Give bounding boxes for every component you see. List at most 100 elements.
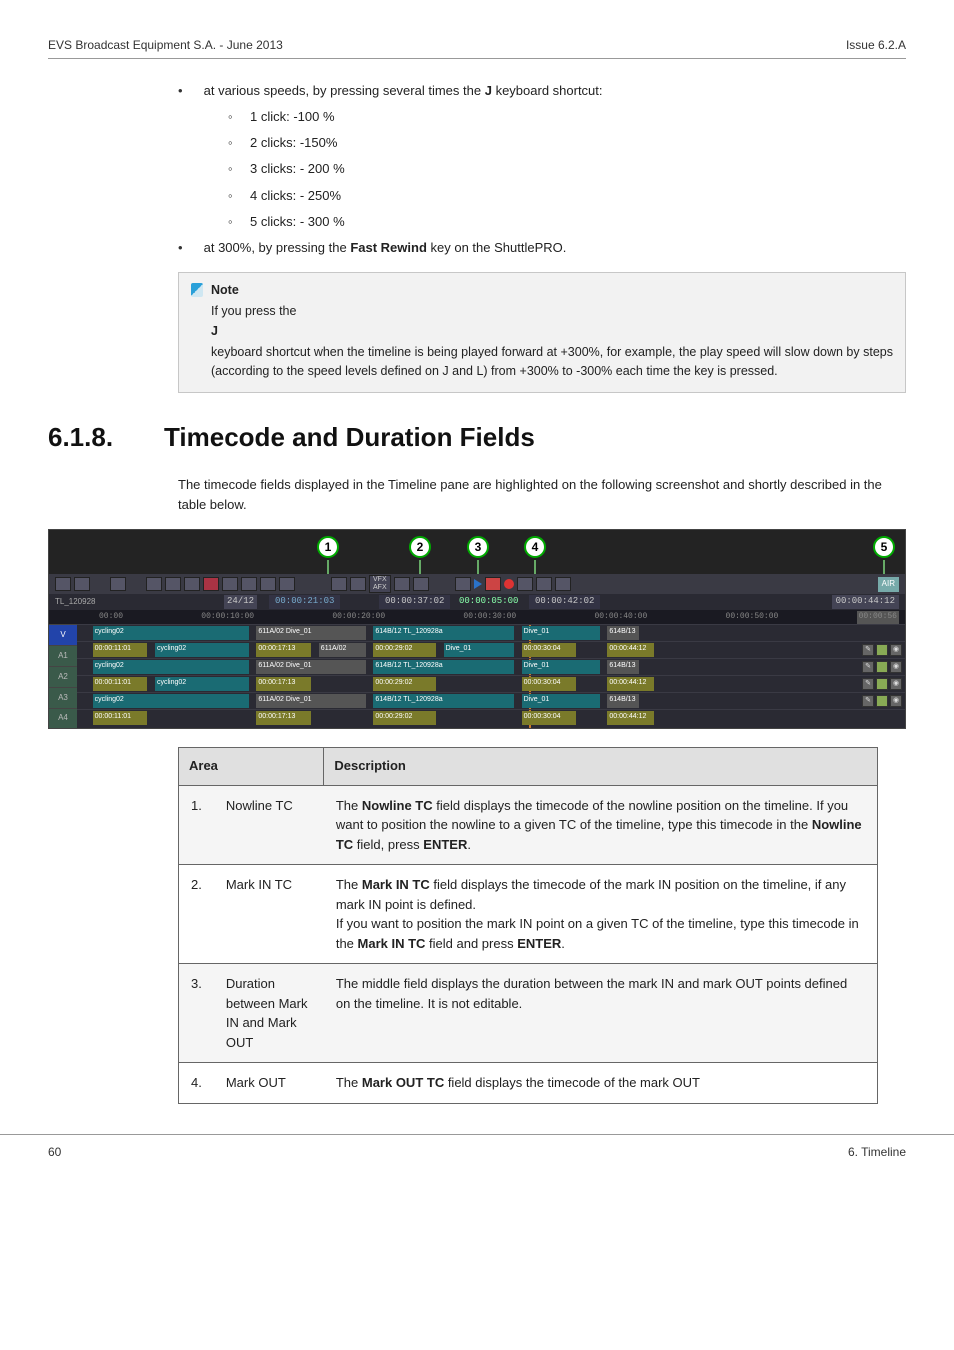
text: . <box>561 936 565 951</box>
roll-icon[interactable] <box>241 577 257 591</box>
text: . <box>467 837 471 852</box>
section-heading: 6.1.8. Timecode and Duration Fields <box>48 417 906 457</box>
clip[interactable]: cycling02 <box>93 626 249 640</box>
undo-icon[interactable] <box>55 577 71 591</box>
clip[interactable]: Dive_01 <box>522 626 600 640</box>
pause-icon[interactable] <box>485 577 501 591</box>
click-item: 2 clicks: -150% <box>228 133 906 153</box>
replace-icon[interactable] <box>184 577 200 591</box>
clip[interactable]: 611A/02 Dive_01 <box>256 626 365 640</box>
nowline-tc-field[interactable]: 00:00:21:03 <box>269 595 340 609</box>
play-icon[interactable] <box>474 579 482 589</box>
track-row[interactable]: cycling02 611A/02 Dive_01 614B/12 TL_120… <box>77 624 857 641</box>
overwrite-icon[interactable] <box>165 577 181 591</box>
track-row[interactable]: 00:00:11:01 cycling02 00:00:17:13 611A/0… <box>77 641 857 658</box>
zoom-icon[interactable] <box>350 577 366 591</box>
edit-icon[interactable]: ✎ <box>862 695 874 707</box>
track-row[interactable]: cycling02 611A/02 Dive_01 614B/12 TL_120… <box>77 658 857 675</box>
note-icon <box>191 283 203 297</box>
track-label-a2[interactable]: A2 <box>49 666 77 687</box>
slip-icon[interactable] <box>260 577 276 591</box>
area-description-table: Area Description 1. Nowline TC The Nowli… <box>178 747 878 1103</box>
goto-start-icon[interactable] <box>455 577 471 591</box>
text: keyboard shortcut: <box>492 83 603 98</box>
lock-icon[interactable] <box>394 577 410 591</box>
page-header: EVS Broadcast Equipment S.A. - June 2013… <box>48 38 906 59</box>
tc-label: 00:00:30:04 <box>522 643 577 657</box>
track-controls: ✎ ◉ ✎ ◉ ✎ ◉ ✎ <box>857 624 905 728</box>
j-key: J <box>485 83 492 98</box>
clip[interactable]: 614B/13 <box>607 626 638 640</box>
track-label-a4[interactable]: A4 <box>49 708 77 729</box>
solo-icon[interactable]: ◉ <box>890 678 902 690</box>
mute-icon[interactable] <box>876 644 888 656</box>
track-ctrl-row: ✎ ◉ <box>857 675 905 692</box>
mute-icon[interactable] <box>876 695 888 707</box>
clip[interactable]: cycling02 <box>155 643 249 657</box>
settings-icon[interactable] <box>536 577 552 591</box>
row-desc: The middle field displays the duration b… <box>324 964 878 1063</box>
tc-label: 00:00:44:12 <box>607 677 654 691</box>
markin-tc-field[interactable]: 00:00:37:02 <box>379 595 450 609</box>
clip[interactable]: 614B/12 TL_120928a <box>373 660 513 674</box>
timecode-bar: TL_120928 24/12 00:00:21:03 00:00:37:02 … <box>49 594 905 610</box>
track-label-v[interactable]: V <box>49 624 77 645</box>
clip[interactable]: 614B/13 <box>607 660 638 674</box>
edit-icon[interactable]: ✎ <box>862 661 874 673</box>
track-ctrl-row <box>857 624 905 641</box>
record-icon[interactable] <box>504 579 514 589</box>
text: keyboard shortcut when the timeline is b… <box>211 345 893 378</box>
more-icon[interactable] <box>555 577 571 591</box>
text: The <box>336 798 362 813</box>
edit-icon[interactable]: ✎ <box>862 678 874 690</box>
clip[interactable]: Dive_01 <box>522 694 600 708</box>
solo-icon[interactable]: ◉ <box>890 661 902 673</box>
track-label-a1[interactable]: A1 <box>49 645 77 666</box>
clip[interactable]: 614B/12 TL_120928a <box>373 694 513 708</box>
clip[interactable]: 611A/02 Dive_01 <box>256 694 365 708</box>
clip[interactable]: cycling02 <box>93 660 249 674</box>
track-lanes[interactable]: cycling02 611A/02 Dive_01 614B/12 TL_120… <box>77 624 857 728</box>
click-list: 1 click: -100 % 2 clicks: -150% 3 clicks… <box>228 107 906 232</box>
track-label-a3[interactable]: A3 <box>49 687 77 708</box>
edit-icon[interactable]: ✎ <box>862 644 874 656</box>
redo-icon[interactable] <box>74 577 90 591</box>
vfx-afx-box[interactable]: VFXAFX <box>369 575 391 593</box>
clip[interactable]: cycling02 <box>93 694 249 708</box>
slide-icon[interactable] <box>279 577 295 591</box>
ruler-tick: 00:00:20:00 <box>332 611 385 624</box>
insert-icon[interactable] <box>146 577 162 591</box>
clip[interactable]: 614B/12 TL_120928a <box>373 626 513 640</box>
export-icon[interactable] <box>517 577 533 591</box>
table-row: 1. Nowline TC The Nowline TC field displ… <box>179 785 878 865</box>
callout-3: 3 <box>467 536 489 558</box>
solo-icon[interactable]: ◉ <box>890 695 902 707</box>
clip[interactable]: 611A/02 Dive_01 <box>256 660 365 674</box>
track-row[interactable]: 00:00:11:01 00:00:17:13 00:00:29:02 00:0… <box>77 709 857 726</box>
track-row[interactable]: 00:00:11:01 cycling02 00:00:17:13 00:00:… <box>77 675 857 692</box>
note-box: Note If you press the J keyboard shortcu… <box>178 272 906 393</box>
ruler-tick: 00:00:50:00 <box>726 611 779 624</box>
track-row[interactable]: cycling02 611A/02 Dive_01 614B/12 TL_120… <box>77 692 857 709</box>
match-icon[interactable] <box>331 577 347 591</box>
clip[interactable]: Dive_01 <box>444 643 514 657</box>
table-header-row: Area Description <box>179 748 878 785</box>
ripple-icon[interactable] <box>222 577 238 591</box>
clip[interactable]: 611A/02 <box>319 643 366 657</box>
mute-icon[interactable] <box>876 678 888 690</box>
block-icon[interactable] <box>413 577 429 591</box>
timeline-toolbar: VFXAFX AIR <box>49 574 905 594</box>
clip[interactable]: Dive_01 <box>522 660 600 674</box>
header-right: Issue 6.2.A <box>846 38 906 52</box>
solo-icon[interactable]: ◉ <box>890 644 902 656</box>
markout-tc-field[interactable]: 00:00:42:02 <box>529 595 600 609</box>
click-item: 4 clicks: - 250% <box>228 186 906 206</box>
mute-icon[interactable] <box>876 661 888 673</box>
ruler-end: 00:00:56 <box>857 611 899 624</box>
click-item: 5 clicks: - 300 % <box>228 212 906 232</box>
clip[interactable]: 614B/13 <box>607 694 638 708</box>
ruler-tick: 00:00:40:00 <box>594 611 647 624</box>
delete-icon[interactable] <box>203 577 219 591</box>
clip[interactable]: cycling02 <box>155 677 249 691</box>
fit-icon[interactable] <box>110 577 126 591</box>
